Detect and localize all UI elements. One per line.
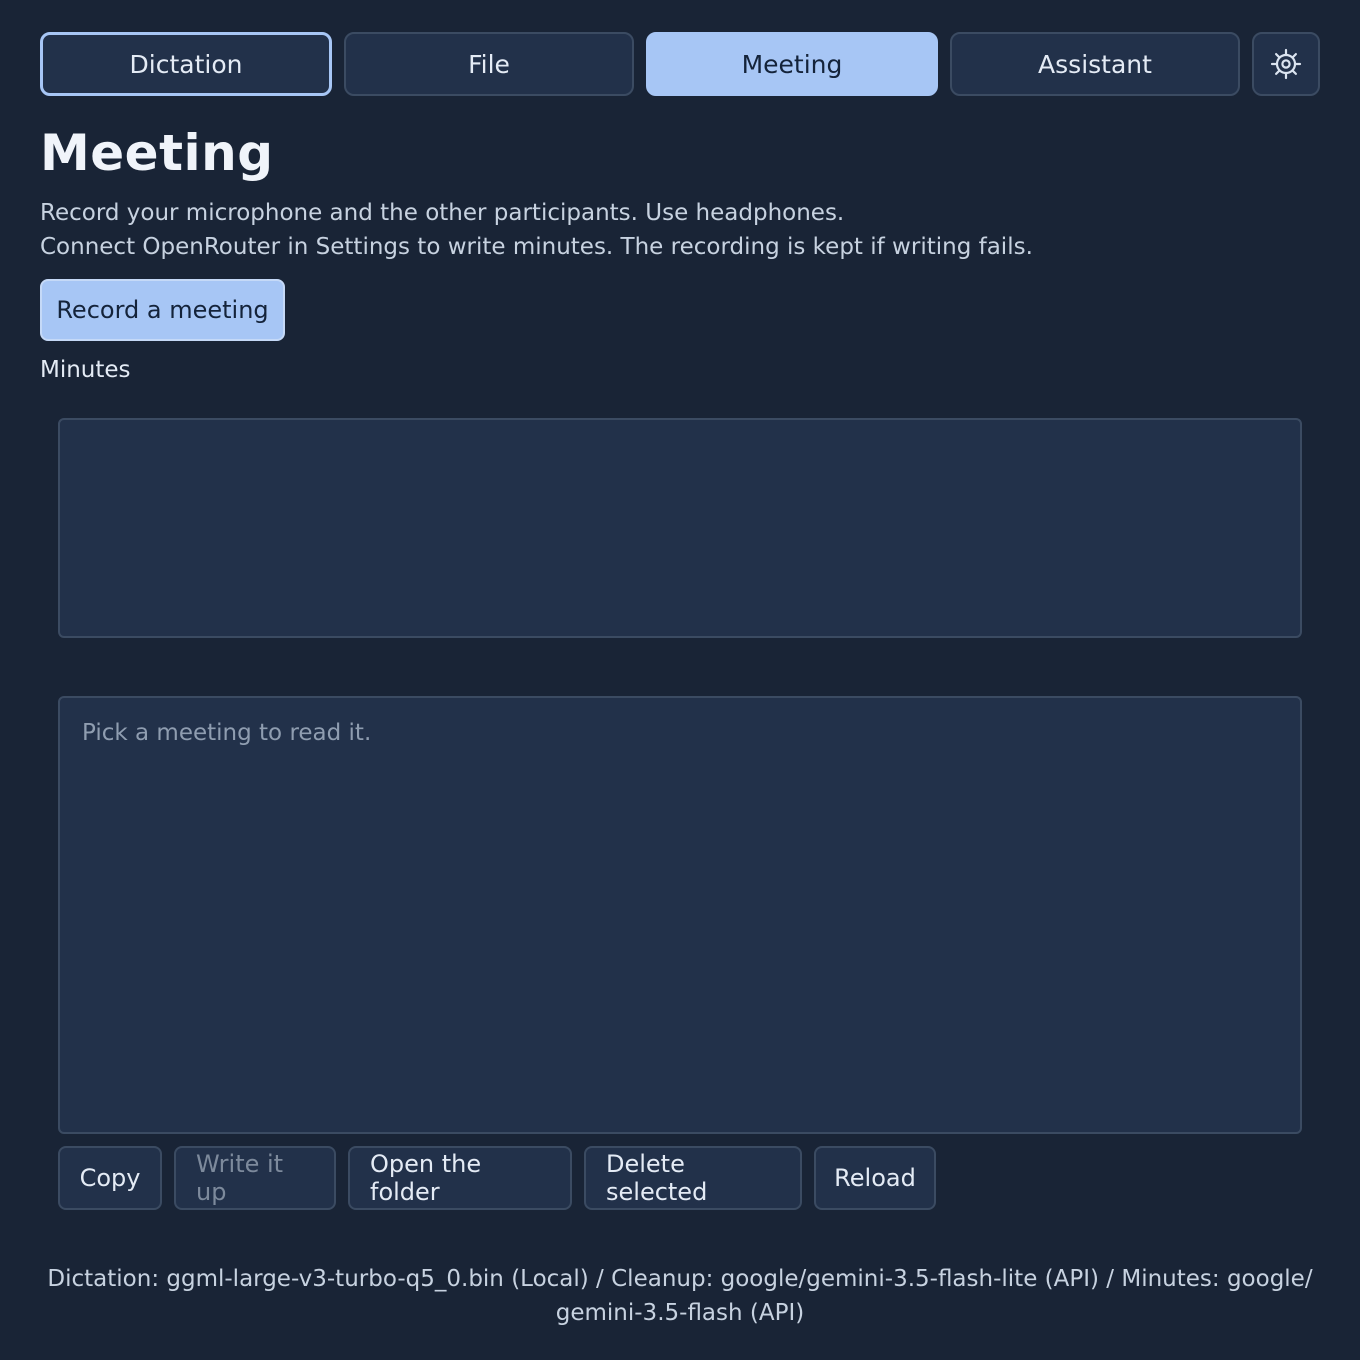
description-line-1: Record your microphone and the other par… [40,200,845,226]
settings-button[interactable] [1252,32,1320,96]
minutes-reader[interactable]: Pick a meeting to read it. [58,696,1302,1134]
tab-dictation-label: Dictation [129,49,243,79]
reload-label: Reload [834,1164,916,1192]
tab-meeting-label: Meeting [741,49,843,79]
action-bar: Copy Write it up Open the folder Delete … [58,1146,948,1210]
tab-assistant-label: Assistant [1038,49,1152,79]
meeting-list[interactable] [58,418,1302,638]
footer-line-1: Dictation: ggml-large-v3-turbo-q5_0.bin … [47,1266,1313,1292]
tab-meeting[interactable]: Meeting [646,32,938,96]
model-status-footer: Dictation: ggml-large-v3-turbo-q5_0.bin … [40,1262,1320,1330]
tab-dictation[interactable]: Dictation [40,32,332,96]
app-window: Dictation File Meeting Assistant Meeting… [0,0,1360,1360]
record-meeting-button[interactable]: Record a meeting [40,279,285,341]
page-title: Meeting [40,124,274,182]
tab-assistant[interactable]: Assistant [950,32,1240,96]
footer-line-2: gemini-3.5-flash (API) [555,1300,805,1326]
tab-file[interactable]: File [344,32,634,96]
delete-selected-label: Delete selected [606,1150,708,1206]
reload-button[interactable]: Reload [814,1146,936,1210]
write-it-up-label: Write it up [196,1150,284,1206]
gear-icon [1270,48,1302,80]
tab-bar: Dictation File Meeting Assistant [40,32,1320,96]
description-line-2: Connect OpenRouter in Settings to write … [40,234,1033,260]
tab-file-label: File [468,49,510,79]
delete-selected-button[interactable]: Delete selected [584,1146,802,1210]
open-folder-label: Open the folder [370,1150,482,1206]
minutes-label: Minutes [40,357,131,383]
open-folder-button[interactable]: Open the folder [348,1146,572,1210]
write-it-up-button[interactable]: Write it up [174,1146,336,1210]
record-meeting-label: Record a meeting [56,296,269,324]
copy-button-label: Copy [79,1164,141,1192]
copy-button[interactable]: Copy [58,1146,162,1210]
reader-placeholder: Pick a meeting to read it. [82,720,372,746]
